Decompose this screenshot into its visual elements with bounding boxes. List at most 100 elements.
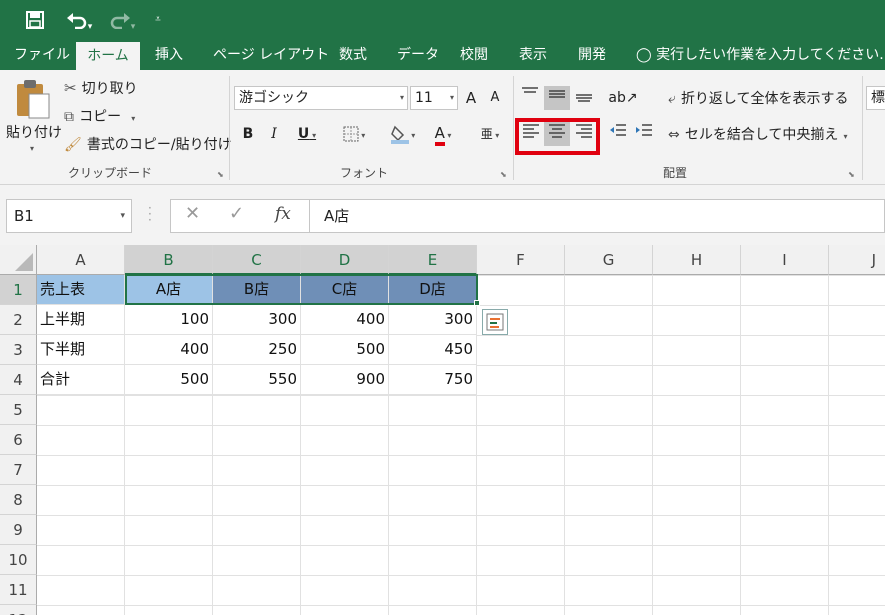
column-header-j[interactable]: J [829, 245, 885, 275]
cell-b3[interactable]: 400 [125, 335, 213, 365]
cell-c3[interactable]: 250 [213, 335, 301, 365]
tab-data[interactable]: データ [397, 40, 439, 70]
column-header-h[interactable]: H [653, 245, 741, 275]
redo-icon[interactable]: ▾ [103, 6, 141, 34]
select-all-corner[interactable] [0, 245, 37, 275]
copy-button[interactable]: ⧉ コピー ▾ [64, 106, 135, 128]
column-header-f[interactable]: F [477, 245, 565, 275]
cell-d3[interactable]: 500 [301, 335, 389, 365]
cut-button[interactable]: ✂ 切り取り [64, 78, 138, 100]
row-header-7[interactable]: 7 [0, 455, 37, 485]
row-header-8[interactable]: 8 [0, 485, 37, 515]
merge-center-button[interactable]: ⇔ セルを結合して中央揃え ▾ [668, 122, 848, 146]
clipboard-launcher-icon[interactable]: ⬊ [217, 170, 224, 179]
paste-dropdown-icon[interactable]: ▾ [30, 144, 34, 153]
middle-align-button[interactable] [544, 86, 570, 110]
top-align-button[interactable] [518, 86, 542, 110]
cell-b2[interactable]: 100 [125, 305, 213, 335]
paste-button[interactable]: 貼り付け ▾ [4, 78, 62, 158]
column-header-b[interactable]: B [125, 245, 213, 275]
underline-button[interactable]: U ▾ [290, 122, 324, 146]
tab-view[interactable]: 表示 [519, 40, 547, 70]
group-divider [862, 76, 863, 180]
row-header-4[interactable]: 4 [0, 365, 37, 395]
column-header-i[interactable]: I [741, 245, 829, 275]
cell-d4[interactable]: 900 [301, 365, 389, 395]
tab-formulas[interactable]: 数式 [339, 40, 367, 70]
row-header-10[interactable]: 10 [0, 545, 37, 575]
cell-b4[interactable]: 500 [125, 365, 213, 395]
fill-color-button[interactable]: ▾ [384, 122, 422, 146]
tab-insert[interactable]: 挿入 [155, 40, 183, 70]
insert-function-icon[interactable]: fx [275, 204, 291, 224]
orientation-button[interactable]: ab↗ [606, 86, 640, 110]
row-header-5[interactable]: 5 [0, 395, 37, 425]
borders-button[interactable]: ▾ [336, 122, 372, 146]
number-format-select[interactable]: 標 [866, 86, 885, 110]
increase-indent-button[interactable] [632, 122, 656, 146]
cell-c1[interactable]: B店 [213, 275, 301, 305]
row-header-1[interactable]: 1 [0, 275, 37, 305]
font-size-select[interactable]: 11 ▾ [410, 86, 458, 110]
phonetic-guide-button[interactable]: 亜 ▾ [472, 122, 508, 146]
clipboard-group-label: クリップボード [68, 166, 153, 180]
font-name-select[interactable]: 游ゴシック ▾ [234, 86, 408, 110]
row-header-11[interactable]: 11 [0, 575, 37, 605]
tab-review[interactable]: 校閲 [460, 40, 488, 70]
grow-font-button[interactable]: A [462, 86, 480, 110]
row-header-3[interactable]: 3 [0, 335, 37, 365]
name-box[interactable]: B1 ▾ [6, 199, 132, 233]
cell-d2[interactable]: 400 [301, 305, 389, 335]
row-header-9[interactable]: 9 [0, 515, 37, 545]
cell-e4[interactable]: 750 [389, 365, 477, 395]
cell-a1[interactable]: 売上表 [37, 275, 125, 305]
formula-input[interactable]: A店 [310, 199, 885, 233]
row-header-2[interactable]: 2 [0, 305, 37, 335]
tab-page-layout[interactable]: ページ レイアウト [213, 40, 329, 70]
column-header-d[interactable]: D [301, 245, 389, 275]
decrease-indent-button[interactable] [606, 122, 630, 146]
column-header-g[interactable]: G [565, 245, 653, 275]
column-header-a[interactable]: A [37, 245, 125, 275]
font-color-button[interactable]: A ▾ [424, 122, 462, 146]
tab-home[interactable]: ホーム [76, 42, 140, 70]
wrap-text-label: 折り返して全体を表示する [680, 91, 849, 107]
cell-a3[interactable]: 下半期 [37, 335, 125, 365]
format-painter-button[interactable]: 🖌 書式のコピー/貼り付け [64, 134, 232, 156]
tell-me-search[interactable]: ◯ 実行したい作業を入力してください... [636, 40, 885, 70]
cell-a2[interactable]: 上半期 [37, 305, 125, 335]
shrink-font-button[interactable]: A [486, 86, 504, 110]
tab-file[interactable]: ファイル [14, 40, 70, 70]
cell-e3[interactable]: 450 [389, 335, 477, 365]
column-header-c[interactable]: C [213, 245, 301, 275]
cell-b1[interactable]: A店 [125, 275, 213, 305]
font-color-icon: A [434, 124, 445, 146]
tab-developer[interactable]: 開発 [578, 40, 606, 70]
enter-icon[interactable]: ✓ [229, 203, 244, 224]
copy-dropdown-icon[interactable]: ▾ [126, 114, 135, 123]
cell-a4[interactable]: 合計 [37, 365, 125, 395]
row-header-12[interactable]: 12 [0, 605, 37, 615]
quick-analysis-button[interactable] [482, 309, 508, 335]
cell-d1[interactable]: C店 [301, 275, 389, 305]
cancel-icon[interactable]: ✕ [185, 203, 200, 224]
customize-qat-icon[interactable]: ⩡ [150, 6, 166, 34]
bottom-align-button[interactable] [572, 86, 596, 110]
worksheet-grid[interactable]: A B C D E F G H I J 1 2 3 4 5 6 7 8 9 10… [0, 245, 885, 615]
alignment-launcher-icon[interactable]: ⬊ [848, 170, 855, 179]
cell-e1[interactable]: D店 [389, 275, 477, 305]
font-launcher-icon[interactable]: ⬊ [500, 170, 507, 179]
bold-icon: B [242, 126, 254, 142]
column-header-e[interactable]: E [389, 245, 477, 275]
row-header-6[interactable]: 6 [0, 425, 37, 455]
italic-button[interactable]: I [264, 122, 284, 146]
undo-icon[interactable]: ▾ [60, 6, 98, 34]
save-icon[interactable] [22, 6, 48, 34]
cell-c2[interactable]: 300 [213, 305, 301, 335]
cell-e2[interactable]: 300 [389, 305, 477, 335]
fill-handle[interactable] [474, 300, 480, 306]
cell-c4[interactable]: 550 [213, 365, 301, 395]
bold-button[interactable]: B [238, 122, 258, 146]
chevron-down-icon[interactable]: ▾ [844, 132, 848, 141]
wrap-text-button[interactable]: ⤶ 折り返して全体を表示する [668, 86, 849, 110]
